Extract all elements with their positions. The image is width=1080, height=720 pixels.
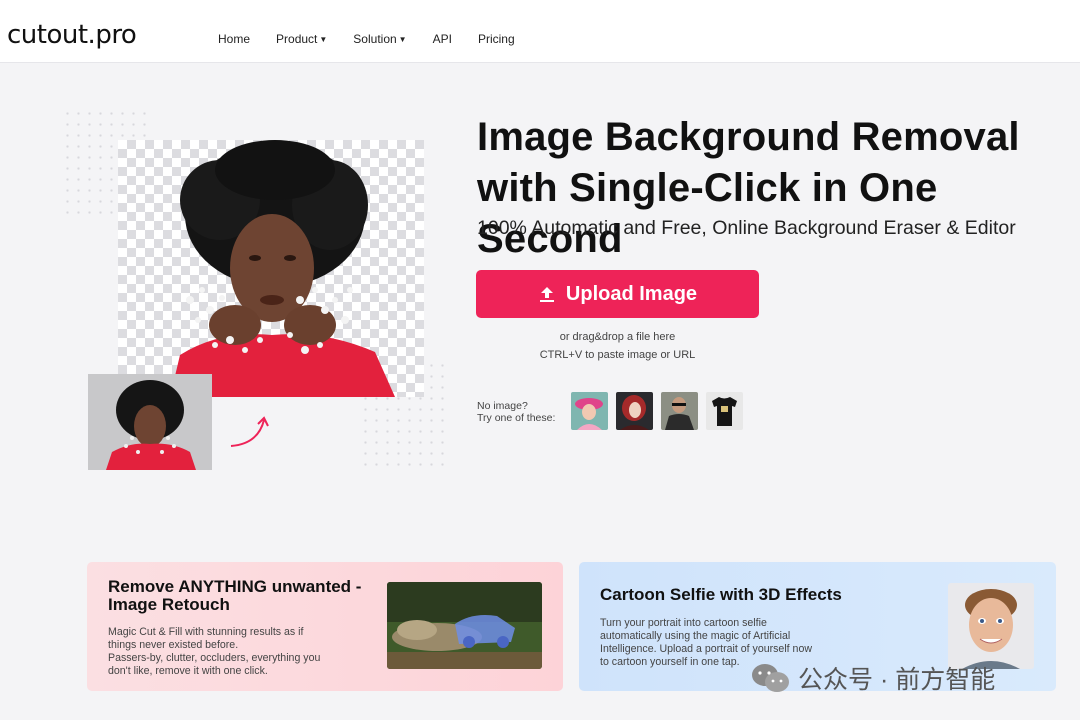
- card-desc-line: things never existed before.: [108, 639, 239, 651]
- nav-home-label: Home: [218, 32, 251, 46]
- nav-product[interactable]: Product ▼: [276, 31, 327, 48]
- nav-api[interactable]: API: [433, 31, 452, 48]
- card-desc-line: Intelligence. Upload a portrait of yours…: [600, 643, 812, 655]
- card-title: Remove ANYTHING unwanted - Image Retouch: [108, 577, 362, 614]
- card-desc-line: don't like, remove it with one click.: [108, 665, 268, 677]
- cutout-portrait-image: [150, 140, 400, 397]
- nav-api-label: API: [432, 32, 452, 46]
- card-description: Magic Cut & Fill with stunning results a…: [108, 626, 320, 678]
- sample-image-black-tshirt[interactable]: [706, 392, 743, 430]
- upload-icon: [539, 287, 554, 302]
- no-image-text: No image?: [477, 400, 528, 412]
- sample-image-girl-pink-hat[interactable]: [571, 392, 608, 430]
- nav-solution[interactable]: Solution ▼: [353, 31, 406, 48]
- feature-card-image-retouch[interactable]: Remove ANYTHING unwanted - Image Retouch…: [87, 562, 563, 691]
- nav-home[interactable]: Home: [218, 31, 250, 48]
- drag-drop-hint: or drag&drop a file here: [559, 331, 676, 343]
- original-image-thumbnail: [88, 374, 212, 470]
- wechat-watermark: 公众号 · 前方智能: [750, 660, 995, 696]
- top-navigation-bar: cutout.pro Home Product ▼ Solution ▼ API P…: [0, 0, 1080, 63]
- logo[interactable]: cutout.pro: [7, 20, 137, 50]
- cartoon-selfie-preview-image: [948, 583, 1034, 669]
- sample-images: [571, 392, 743, 430]
- caret-down-icon: ▼: [319, 35, 328, 44]
- main-nav: Home Product ▼ Solution ▼ API Pricing: [218, 31, 515, 48]
- sample-image-woman-red-hair[interactable]: [616, 392, 653, 430]
- nav-pricing[interactable]: Pricing: [478, 31, 515, 48]
- card-desc-line: Passers-by, clutter, occluders, everythi…: [108, 652, 321, 664]
- upload-image-button[interactable]: Upload Image: [476, 270, 759, 318]
- try-these-text: Try one of these:: [477, 411, 556, 424]
- hero-title-line-2: with Single-Click in One Second: [477, 166, 938, 261]
- sample-image-man-sunglasses[interactable]: [661, 392, 698, 430]
- curved-arrow-icon: [230, 416, 269, 447]
- nav-product-label: Product: [276, 32, 318, 46]
- card-desc-line: Magic Cut & Fill with stunning results a…: [108, 626, 304, 638]
- page: cutout.pro Home Product ▼ Solution ▼ API P…: [0, 0, 1080, 720]
- paste-hint: CTRL+V to paste image or URL: [539, 349, 696, 361]
- hero-title: Image Background Removal with Single-Cli…: [477, 112, 1077, 265]
- sample-images-label: No image? Try one of these:: [477, 400, 556, 424]
- card-desc-line: Turn your portrait into cartoon selfie: [600, 617, 767, 629]
- caret-down-icon: ▼: [398, 35, 407, 44]
- nav-pricing-label: Pricing: [477, 32, 515, 46]
- wechat-icon: [752, 664, 789, 692]
- retouch-preview-image: [387, 582, 542, 669]
- watermark-text: 公众号 · 前方智能: [798, 666, 996, 694]
- card-desc-line: automatically using the magic of Artific…: [600, 630, 791, 642]
- upload-button-label: Upload Image: [565, 282, 698, 305]
- card-title: Cartoon Selfie with 3D Effects: [600, 585, 842, 604]
- hero-subtitle: 100% Automatic and Free, Online Backgrou…: [477, 217, 1016, 239]
- nav-solution-label: Solution: [353, 32, 397, 46]
- hero-title-line-1: Image Background Removal: [477, 115, 1020, 159]
